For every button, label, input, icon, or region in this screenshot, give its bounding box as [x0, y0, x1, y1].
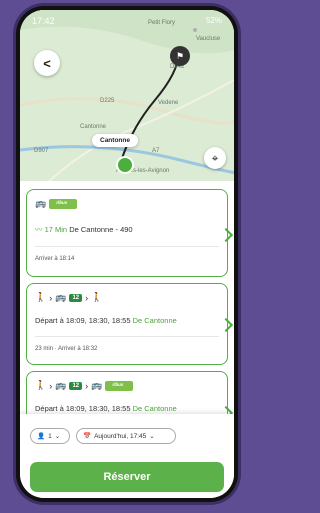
departure-times: Départ à 18:09, 18:30, 18:55 — [35, 316, 131, 325]
map-view[interactable]: 17:42 52% Petit Flory D942 Vedene D225 D… — [20, 10, 234, 190]
bus-icon: 🚌 — [35, 198, 47, 208]
walk-icon: 🚶 — [35, 292, 47, 302]
bus-icon: 🚌 — [55, 380, 67, 390]
date-time-selector[interactable]: 📅 Aujourd'hui, 17:45 ⌄ — [76, 428, 176, 444]
selected-datetime: Aujourd'hui, 17:45 — [94, 432, 147, 440]
reserve-button[interactable]: Réserver — [30, 462, 224, 492]
departure-info: Départ à 18:09, 18:30, 18:55 De Cantonne — [35, 316, 177, 325]
battery-level: 52% — [205, 16, 222, 25]
operator-logo: rlbus — [49, 198, 78, 209]
route-from: De Cantonne - 490 — [69, 225, 133, 234]
screen: 17:42 52% Petit Flory D942 Vedene D225 D… — [20, 10, 234, 498]
map-label: Petit Flory — [148, 20, 176, 26]
departure-times: Départ à 18:09, 18:30, 18:55 — [35, 404, 131, 413]
route-legs: 🚶 › 🚌 12 › 🚌 rlbus — [35, 380, 134, 391]
arrow-icon: › — [49, 292, 53, 303]
arrival-time: Arriver à 18:14 — [35, 256, 75, 262]
passenger-count: 1 — [48, 432, 52, 440]
live-signal-icon: 〰 — [35, 225, 43, 234]
status-bar: 17:42 52% — [20, 16, 234, 30]
phone-frame: 17:42 52% Petit Flory D942 Vedene D225 D… — [16, 6, 238, 502]
chevron-down-icon: ⌄ — [149, 433, 155, 440]
calendar-icon: 📅 — [83, 433, 92, 440]
map-label: D907 — [34, 148, 49, 154]
live-time: 17 Min — [44, 225, 68, 234]
chevron-down-icon: ⌄ — [54, 433, 61, 440]
route-card[interactable]: 🚶 › 🚌 12 › 🚶 Départ à 18:09, 18:30, 18:5… — [26, 283, 234, 365]
passenger-selector[interactable]: 👤 1 ⌄ — [30, 428, 70, 444]
operator-logo: rlbus — [105, 380, 134, 391]
map-label: Cantonne — [80, 124, 107, 130]
route-legs: 🚌 rlbus — [35, 198, 78, 209]
arrow-icon: › — [85, 292, 89, 303]
card-divider — [35, 246, 219, 247]
route-legs: 🚶 › 🚌 12 › 🚶 — [35, 292, 102, 303]
duration-arrival: 23 min · Arriver à 18:32 — [35, 346, 98, 352]
route-from: De Cantonne — [132, 404, 177, 413]
route-options-list[interactable]: 🚌 rlbus 〰 17 Min De Cantonne - 490 Arriv… — [20, 181, 234, 433]
bus-line-badge: 12 — [69, 293, 83, 302]
destination-flag-icon: ⚑ — [170, 46, 190, 66]
origin-city-bubble: Cantonne — [92, 134, 138, 147]
map-label: Vedene — [158, 100, 179, 106]
back-button[interactable]: < — [34, 50, 60, 76]
chevron-right-icon — [218, 227, 234, 243]
card-divider — [35, 336, 219, 337]
person-icon: 👤 — [37, 433, 46, 440]
route-card[interactable]: 🚌 rlbus 〰 17 Min De Cantonne - 490 Arriv… — [26, 189, 234, 277]
locate-me-button[interactable]: ⌖ — [204, 147, 226, 169]
map-label: Vaucluse — [196, 36, 221, 42]
bus-icon: 🚌 — [55, 292, 67, 302]
map-label: D225 — [100, 98, 115, 104]
route-live-info: 〰 17 Min De Cantonne - 490 — [35, 224, 133, 235]
status-time: 17:42 — [32, 16, 55, 26]
walk-icon: 🚶 — [35, 380, 47, 390]
route-from: De Cantonne — [132, 316, 177, 325]
bus-icon: 🚌 — [91, 380, 103, 390]
map-label: A7 — [152, 148, 160, 154]
bus-line-badge: 12 — [69, 381, 83, 390]
booking-controls: 👤 1 ⌄ 📅 Aujourd'hui, 17:45 ⌄ Réserver — [20, 414, 234, 498]
arrow-icon: › — [49, 380, 53, 391]
departure-info: Départ à 18:09, 18:30, 18:55 De Cantonne — [35, 404, 177, 413]
arrow-icon: › — [85, 380, 89, 391]
chevron-right-icon — [218, 317, 234, 333]
origin-pin-icon — [116, 156, 134, 174]
walk-icon: 🚶 — [91, 292, 103, 302]
